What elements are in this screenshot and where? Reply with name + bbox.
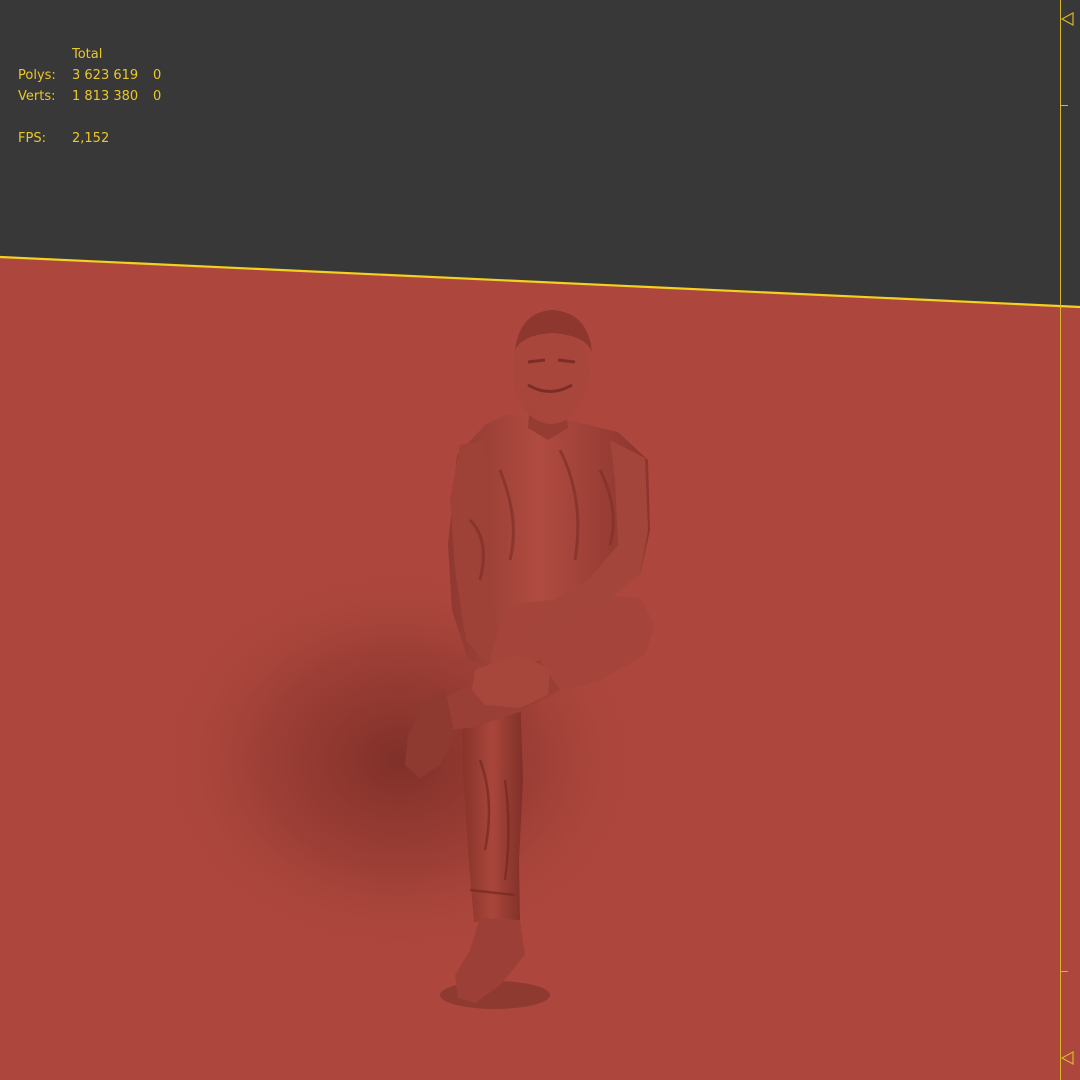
ruler-line[interactable] xyxy=(1060,0,1061,1080)
fps-row: FPS: 2,152 xyxy=(18,128,161,149)
polys-total: 3 623 619 xyxy=(72,68,139,83)
polys-selected: 0 xyxy=(153,68,162,83)
ruler-tick xyxy=(1061,971,1068,972)
polys-label: Polys: xyxy=(18,68,56,83)
fps-label: FPS: xyxy=(18,131,46,146)
fps-value: 2,152 xyxy=(72,131,110,146)
3d-viewport[interactable]: Total Polys: 3 623 619 0 Verts: 1 813 38… xyxy=(0,0,1080,1080)
stats-overlay: Total Polys: 3 623 619 0 Verts: 1 813 38… xyxy=(18,44,161,149)
verts-selected: 0 xyxy=(153,89,162,104)
ground-plane-edge xyxy=(1060,306,1080,1080)
triangle-left-icon[interactable] xyxy=(1061,12,1075,26)
stats-header: Total xyxy=(72,47,103,62)
verts-total: 1 813 380 xyxy=(72,89,139,104)
stats-header-row: Total xyxy=(18,44,161,65)
triangle-left-icon[interactable] xyxy=(1061,1051,1075,1065)
scene-canvas[interactable] xyxy=(0,0,1080,1080)
polys-row: Polys: 3 623 619 0 xyxy=(18,65,161,86)
verts-label: Verts: xyxy=(18,89,56,104)
ruler-tick xyxy=(1061,105,1068,106)
verts-row: Verts: 1 813 380 0 xyxy=(18,86,161,107)
